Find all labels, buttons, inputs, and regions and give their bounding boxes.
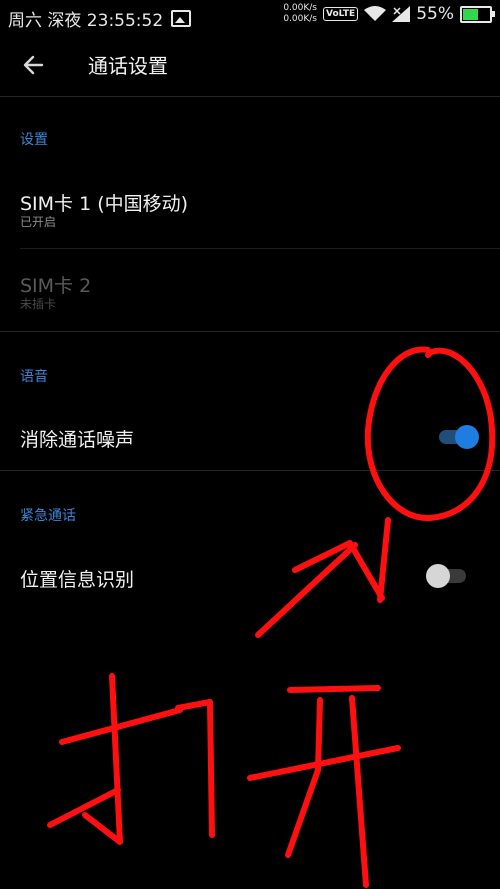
page-title: 通话设置: [88, 54, 168, 78]
annotation-arrow-line: [255, 542, 358, 638]
battery-icon: [460, 5, 495, 23]
app-bar: 通话设置: [0, 32, 500, 96]
annotation-char-kai-3: [285, 697, 323, 858]
download-speed: 0.00K/s: [283, 14, 317, 24]
network-speed: 0.00K/s 0.00K/s: [283, 3, 317, 25]
status-time: 周六 深夜 23:55:52: [8, 11, 164, 31]
annotation-char-kai-4: [349, 695, 369, 888]
toggle-knob: [426, 564, 450, 588]
noise-cancel-title: 消除通话噪声: [20, 429, 135, 451]
section-label-voice: 语音: [20, 369, 48, 385]
sim-divider: [20, 248, 500, 249]
volte-badge: VoLTE: [323, 7, 359, 21]
annotation-char-da-4: [175, 699, 215, 838]
location-title: 位置信息识别: [20, 569, 135, 591]
sim1-title: SIM卡 1 (中国移动): [20, 193, 189, 215]
sim1-status: 已开启: [20, 215, 57, 229]
upload-speed: 0.00K/s: [283, 3, 317, 13]
annotation-char-da-3: [47, 787, 121, 828]
noise-cancel-toggle[interactable]: [439, 425, 479, 449]
wifi-icon: [364, 6, 387, 21]
annotation-char-kai-2: [247, 745, 401, 781]
annotation-char-da-2: [82, 673, 123, 845]
section-divider-1: [0, 331, 500, 332]
toggle-knob: [455, 425, 479, 449]
battery-percent: 55%: [416, 4, 454, 24]
sim2-title: SIM卡 2: [20, 275, 92, 297]
status-left: 周六 深夜 23:55:52: [8, 6, 192, 31]
section-divider-2: [0, 470, 500, 471]
location-toggle[interactable]: [426, 564, 466, 588]
status-right: 0.00K/s 0.00K/s VoLTE 55%: [283, 3, 495, 25]
header-divider: [0, 96, 500, 97]
image-notification-icon: [171, 10, 192, 27]
section-label-settings: 设置: [20, 132, 48, 148]
section-label-emergency: 紧急通话: [20, 508, 76, 524]
annotation-char-kai-1: [287, 685, 381, 693]
status-bar: 周六 深夜 23:55:52 0.00K/s 0.00K/s VoLTE 55%: [0, 0, 500, 32]
back-arrow-icon[interactable]: [20, 50, 50, 80]
signal-icon: [392, 6, 411, 22]
annotation-arrow-head: [292, 517, 391, 603]
sim2-status: 未插卡: [20, 297, 57, 311]
annotation-char-da-1: [59, 707, 183, 745]
